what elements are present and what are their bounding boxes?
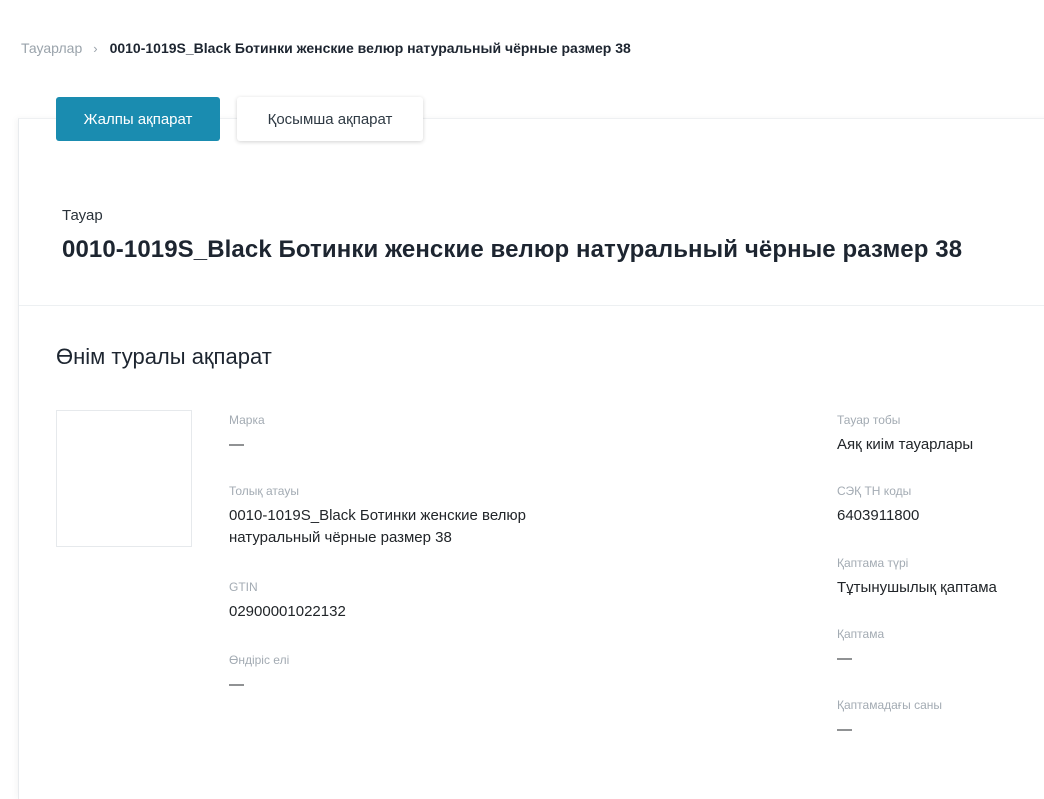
field-brand: Марка — <box>229 413 265 456</box>
tab-additional-info[interactable]: Қосымша ақпарат <box>237 97 423 141</box>
product-title: 0010-1019S_Black Ботинки женские велюр н… <box>62 236 963 263</box>
product-label: Тауар <box>62 207 103 224</box>
field-value: — <box>837 721 852 738</box>
tab-general-info[interactable]: Жалпы ақпарат <box>56 97 220 141</box>
field-value: — <box>229 436 244 453</box>
field-label: Тауар тобы <box>837 413 901 427</box>
breadcrumb: Тауарлар › 0010-1019S_Black Ботинки женс… <box>21 40 631 56</box>
field-country: Өндіріс елі — <box>229 653 289 696</box>
divider <box>19 305 1044 306</box>
field-value: — <box>837 650 852 667</box>
field-product-group: Тауар тобы Аяқ киім тауарлары <box>837 413 973 456</box>
product-image-placeholder <box>56 410 192 547</box>
field-label: GTIN <box>229 580 258 594</box>
field-label: Қаптамадағы саны <box>837 698 943 712</box>
field-value: — <box>229 676 244 693</box>
field-label: СЭҚ ТН коды <box>837 484 912 498</box>
field-value: 0010-1019S_Black Ботинки женские велюр н… <box>229 507 527 546</box>
field-label: Қаптама түрі <box>837 556 909 570</box>
field-value: Тұтынушылық қаптама <box>837 579 997 596</box>
field-value: 6403911800 <box>837 507 920 524</box>
field-package-quantity: Қаптамадағы саны — <box>837 698 942 741</box>
field-package: Қаптама — <box>837 627 884 670</box>
breadcrumb-current: 0010-1019S_Black Ботинки женские велюр н… <box>109 40 631 56</box>
field-value: 02900001022132 <box>229 603 346 620</box>
section-title: Өнім туралы ақпарат <box>56 344 272 369</box>
chevron-right-icon: › <box>93 40 98 56</box>
breadcrumb-parent-link[interactable]: Тауарлар <box>21 40 82 56</box>
field-label: Қаптама <box>837 627 885 641</box>
field-value: Аяқ киім тауарлары <box>837 436 974 453</box>
field-package-type: Қаптама түрі Тұтынушылық қаптама <box>837 556 997 599</box>
field-label: Марка <box>229 413 265 427</box>
field-gtin: GTIN 02900001022132 <box>229 580 346 623</box>
field-label: Толық атауы <box>229 484 299 498</box>
field-full-name: Толық атауы 0010-1019S_Black Ботинки жен… <box>229 484 589 549</box>
field-tnved-code: СЭҚ ТН коды 6403911800 <box>837 484 919 527</box>
field-label: Өндіріс елі <box>229 653 290 667</box>
